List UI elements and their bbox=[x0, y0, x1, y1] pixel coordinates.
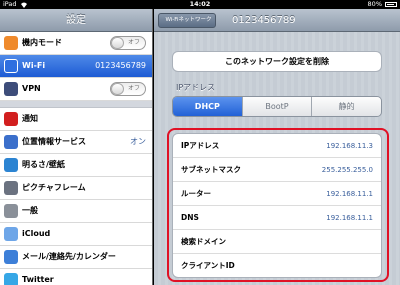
sidebar-item-value: 0123456789 bbox=[95, 61, 146, 70]
sidebar-item-label: Twitter bbox=[22, 275, 54, 284]
detail-navbar: Wi-Fiネットワーク 0123456789 bbox=[154, 9, 400, 32]
status-bar: iPad 14:02 80% bbox=[0, 0, 400, 9]
sidebar-item-label: Wi-Fi bbox=[22, 61, 46, 70]
red-highlight-frame bbox=[167, 128, 389, 282]
forget-network-button[interactable]: このネットワーク設定を削除 bbox=[172, 51, 382, 72]
toggle-label: オフ bbox=[128, 85, 141, 92]
sidebar-item-label: iCloud bbox=[22, 229, 51, 238]
brightness-icon bbox=[4, 158, 18, 172]
sidebar-item-label: ピクチャフレーム bbox=[22, 183, 86, 192]
sidebar-item-picture-frame[interactable]: ピクチャフレーム bbox=[0, 177, 152, 200]
notification-icon bbox=[4, 112, 18, 126]
toggle-knob bbox=[111, 83, 124, 95]
sidebar-item-label: 一般 bbox=[22, 206, 38, 215]
sidebar-item-label: 明るさ/壁紙 bbox=[22, 160, 65, 169]
gear-icon bbox=[4, 204, 18, 218]
vpn-toggle[interactable]: オフ bbox=[110, 82, 146, 96]
wifi-detail-panel: Wi-Fiネットワーク 0123456789 このネットワーク設定を削除 IPア… bbox=[154, 9, 400, 285]
mail-icon bbox=[4, 250, 18, 264]
clock: 14:02 bbox=[189, 0, 211, 8]
sidebar-item-brightness[interactable]: 明るさ/壁紙 bbox=[0, 154, 152, 177]
wifi-icon bbox=[4, 59, 18, 73]
sidebar-item-vpn[interactable]: VPN オフ bbox=[0, 78, 152, 101]
sidebar-item-airplane-mode[interactable]: 機内モード オフ bbox=[0, 32, 152, 55]
group-separator bbox=[0, 101, 152, 108]
cloud-icon bbox=[4, 227, 18, 241]
vpn-icon bbox=[4, 82, 18, 96]
settings-master-panel: 設定 機内モード オフ Wi-Fi 0123456789 VPN オフ 通知 位… bbox=[0, 9, 153, 285]
sidebar-item-label: 通知 bbox=[22, 114, 38, 123]
back-button[interactable]: Wi-Fiネットワーク bbox=[158, 13, 216, 28]
ip-mode-segmented-control: DHCP BootP 静的 bbox=[172, 96, 382, 117]
segment-static[interactable]: 静的 bbox=[311, 97, 381, 116]
section-label: IPアドレス bbox=[176, 83, 216, 92]
toggle-knob bbox=[111, 37, 124, 49]
sidebar-item-notifications[interactable]: 通知 bbox=[0, 108, 152, 131]
location-arrow-icon bbox=[4, 135, 18, 149]
airplane-icon bbox=[4, 36, 18, 50]
sidebar-item-label: VPN bbox=[22, 84, 41, 93]
sidebar-item-general[interactable]: 一般 bbox=[0, 200, 152, 223]
sidebar-item-icloud[interactable]: iCloud bbox=[0, 223, 152, 246]
sidebar-item-label: 位置情報サービス bbox=[22, 137, 86, 146]
airplane-mode-toggle[interactable]: オフ bbox=[110, 36, 146, 50]
segment-bootp[interactable]: BootP bbox=[241, 97, 312, 116]
sidebar-item-label: メール/連絡先/カレンダー bbox=[22, 252, 116, 261]
sidebar-item-twitter[interactable]: Twitter bbox=[0, 269, 152, 285]
battery-percent: 80% bbox=[367, 0, 382, 8]
sidebar-item-mail[interactable]: メール/連絡先/カレンダー bbox=[0, 246, 152, 269]
sidebar-item-label: 機内モード bbox=[22, 38, 62, 47]
master-title: 設定 bbox=[0, 9, 152, 32]
twitter-bird-icon bbox=[4, 273, 18, 285]
picture-frame-icon bbox=[4, 181, 18, 195]
battery-icon bbox=[385, 2, 397, 7]
segment-dhcp[interactable]: DHCP bbox=[173, 97, 242, 116]
toggle-label: オフ bbox=[128, 39, 141, 46]
sidebar-item-wifi[interactable]: Wi-Fi 0123456789 bbox=[0, 55, 152, 78]
page-title: 0123456789 bbox=[232, 15, 296, 26]
sidebar-item-value: オン bbox=[130, 137, 146, 146]
sidebar-item-location[interactable]: 位置情報サービス オン bbox=[0, 131, 152, 154]
